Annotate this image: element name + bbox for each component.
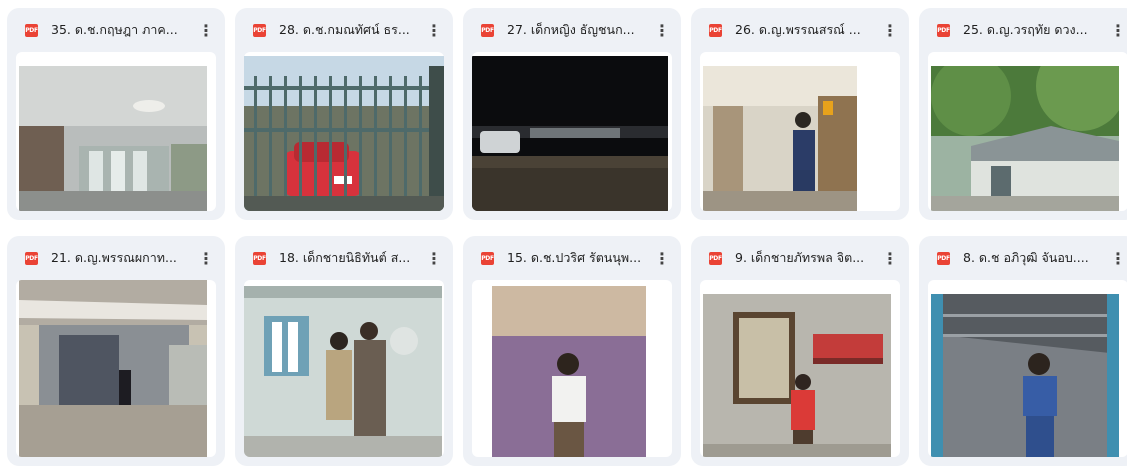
file-title: 9. เด็กชายภัทรพล จิต... xyxy=(735,250,865,265)
file-card-header: PDF 25. ด.ญ.วรฤทัย ดวง... ⋮ xyxy=(919,8,1127,52)
file-title: 35. ด.ช.กฤษฎา ภาค... xyxy=(51,22,178,37)
more-options-icon[interactable]: ⋮ xyxy=(649,17,675,43)
file-title: 28. ด.ช.กมณทัศน์ ธร... xyxy=(279,22,410,37)
file-card-header: PDF 9. เด็กชายภัทรพล จิต... ⋮ xyxy=(691,236,909,280)
photo-thumbnail xyxy=(19,66,207,211)
pdf-icon: PDF xyxy=(25,23,38,37)
file-title: 18. เด็กชายนิธิทันต์ ส... xyxy=(279,250,411,265)
photo-thumbnail xyxy=(703,66,857,211)
file-card[interactable]: PDF 18. เด็กชายนิธิทันต์ ส... ⋮ xyxy=(235,236,453,466)
file-card[interactable]: PDF 8. ด.ช อภิวุฒิ จันอบ.... ⋮ xyxy=(919,236,1127,466)
file-thumbnail[interactable] xyxy=(700,52,900,211)
file-card[interactable]: PDF 9. เด็กชายภัทรพล จิต... ⋮ xyxy=(691,236,909,466)
pdf-icon: PDF xyxy=(481,251,494,265)
file-thumbnail[interactable] xyxy=(928,280,1127,457)
photo-thumbnail xyxy=(931,294,1119,457)
more-options-icon[interactable]: ⋮ xyxy=(649,245,675,271)
photo-thumbnail xyxy=(244,56,444,211)
pdf-icon: PDF xyxy=(25,251,38,265)
file-card-header: PDF 18. เด็กชายนิธิทันต์ ส... ⋮ xyxy=(235,236,453,280)
file-card-header: PDF 35. ด.ช.กฤษฎา ภาค... ⋮ xyxy=(7,8,225,52)
file-card-header: PDF 21. ด.ญ.พรรณผกาท... ⋮ xyxy=(7,236,225,280)
photo-thumbnail xyxy=(19,280,207,457)
file-card[interactable]: PDF 27. เด็กหญิง ธัญชนก... ⋮ xyxy=(463,8,681,220)
file-card-header: PDF 27. เด็กหญิง ธัญชนก... ⋮ xyxy=(463,8,681,52)
more-options-icon[interactable]: ⋮ xyxy=(1105,17,1127,43)
file-card[interactable]: PDF 25. ด.ญ.วรฤทัย ดวง... ⋮ xyxy=(919,8,1127,220)
file-card-header: PDF 28. ด.ช.กมณทัศน์ ธร... ⋮ xyxy=(235,8,453,52)
more-options-icon[interactable]: ⋮ xyxy=(193,245,219,271)
file-grid: PDF 35. ด.ช.กฤษฎา ภาค... ⋮ PDF 28. ด.ช.ก… xyxy=(0,0,1127,466)
file-title: 8. ด.ช อภิวุฒิ จันอบ.... xyxy=(963,250,1089,265)
more-options-icon[interactable]: ⋮ xyxy=(421,245,447,271)
file-card-header: PDF 8. ด.ช อภิวุฒิ จันอบ.... ⋮ xyxy=(919,236,1127,280)
file-title: 27. เด็กหญิง ธัญชนก... xyxy=(507,22,635,37)
file-card[interactable]: PDF 26. ด.ญ.พรรณสรณ์ ... ⋮ xyxy=(691,8,909,220)
more-options-icon[interactable]: ⋮ xyxy=(421,17,447,43)
file-title: 26. ด.ญ.พรรณสรณ์ ... xyxy=(735,22,861,37)
file-title: 21. ด.ญ.พรรณผกาท... xyxy=(51,250,177,265)
pdf-icon: PDF xyxy=(481,23,494,37)
more-options-icon[interactable]: ⋮ xyxy=(877,17,903,43)
pdf-icon: PDF xyxy=(253,251,266,265)
photo-thumbnail xyxy=(472,56,668,211)
file-thumbnail[interactable] xyxy=(928,52,1127,211)
pdf-icon: PDF xyxy=(253,23,266,37)
file-thumbnail[interactable] xyxy=(16,280,216,457)
file-card[interactable]: PDF 35. ด.ช.กฤษฎา ภาค... ⋮ xyxy=(7,8,225,220)
pdf-icon: PDF xyxy=(937,251,950,265)
file-card-header: PDF 26. ด.ญ.พรรณสรณ์ ... ⋮ xyxy=(691,8,909,52)
file-thumbnail[interactable] xyxy=(472,52,672,211)
photo-thumbnail xyxy=(244,286,442,457)
file-thumbnail[interactable] xyxy=(16,52,216,211)
pdf-icon: PDF xyxy=(937,23,950,37)
pdf-icon: PDF xyxy=(709,251,722,265)
file-thumbnail[interactable] xyxy=(472,280,672,457)
file-title: 15. ด.ช.ปวริศ รัตนนุพ... xyxy=(507,250,642,265)
photo-thumbnail xyxy=(931,66,1119,211)
file-thumbnail[interactable] xyxy=(244,52,444,211)
photo-thumbnail xyxy=(703,294,891,457)
photo-thumbnail xyxy=(492,286,646,457)
pdf-icon: PDF xyxy=(709,23,722,37)
file-card[interactable]: PDF 15. ด.ช.ปวริศ รัตนนุพ... ⋮ xyxy=(463,236,681,466)
file-card[interactable]: PDF 28. ด.ช.กมณทัศน์ ธร... ⋮ xyxy=(235,8,453,220)
file-title: 25. ด.ญ.วรฤทัย ดวง... xyxy=(963,22,1088,37)
more-options-icon[interactable]: ⋮ xyxy=(193,17,219,43)
more-options-icon[interactable]: ⋮ xyxy=(877,245,903,271)
file-thumbnail[interactable] xyxy=(700,280,900,457)
file-card[interactable]: PDF 21. ด.ญ.พรรณผกาท... ⋮ xyxy=(7,236,225,466)
more-options-icon[interactable]: ⋮ xyxy=(1105,245,1127,271)
file-thumbnail[interactable] xyxy=(244,280,444,457)
file-card-header: PDF 15. ด.ช.ปวริศ รัตนนุพ... ⋮ xyxy=(463,236,681,280)
